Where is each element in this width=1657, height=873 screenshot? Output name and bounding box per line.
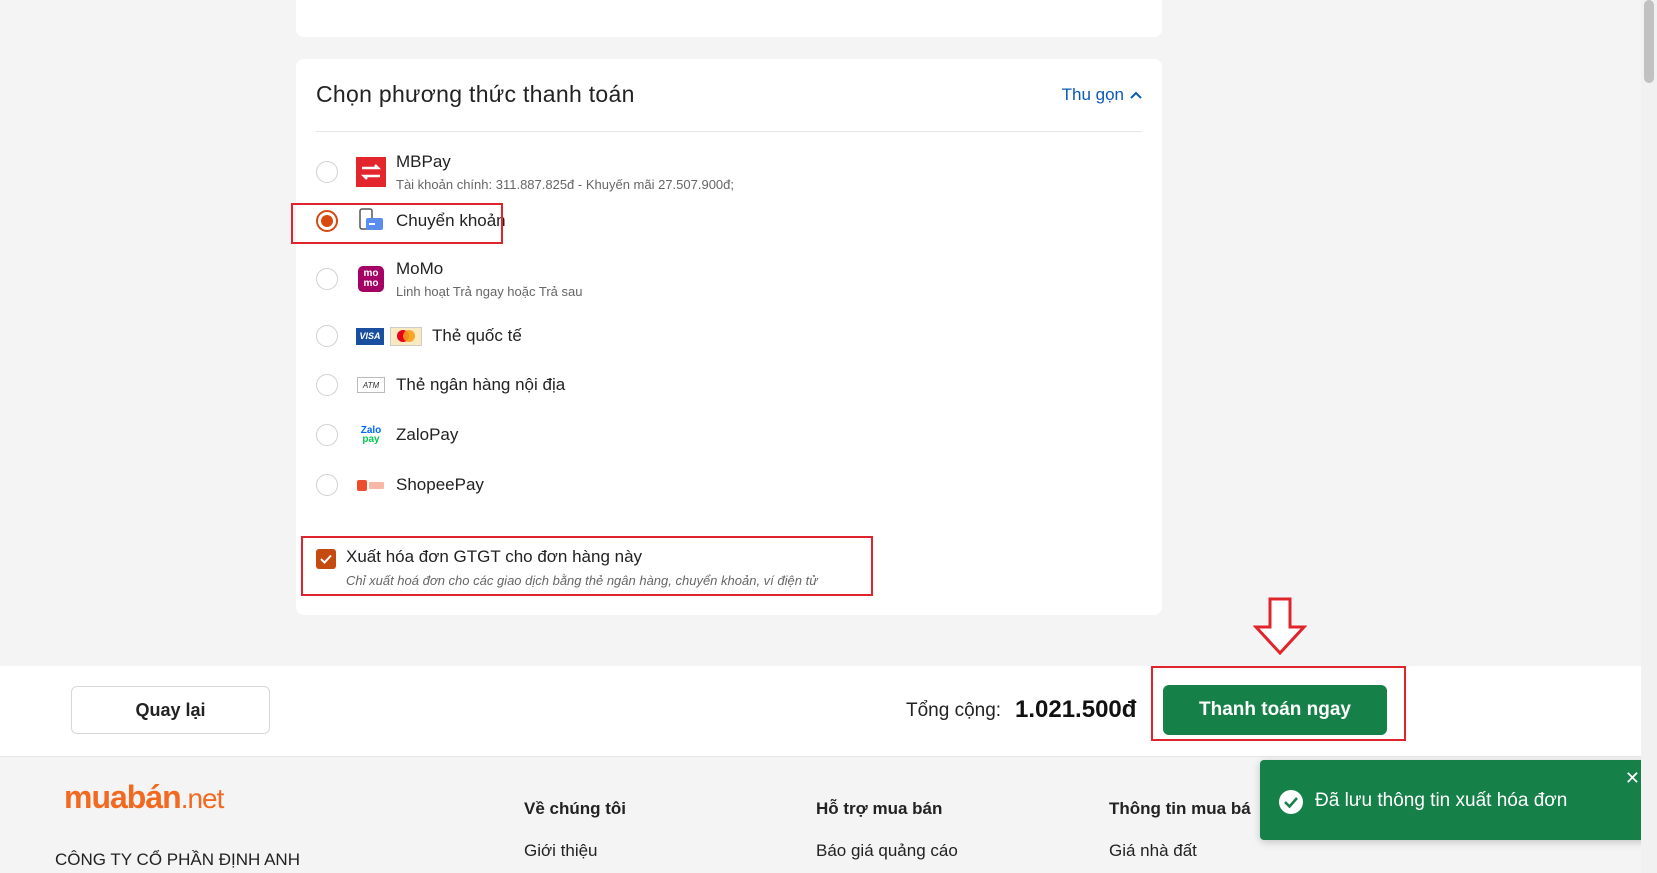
option-name: ShopeePay [396,475,484,494]
scrollbar[interactable] [1641,0,1657,873]
highlight-box-pay-now [1151,666,1406,741]
atm-icon: ATM [356,370,386,400]
total-label: Tổng cộng: [906,700,1002,721]
divider [316,131,1142,132]
scrollbar-thumb[interactable] [1644,0,1654,83]
check-circle-icon [1279,790,1303,814]
toast-message: Đã lưu thông tin xuất hóa đơn [1315,790,1568,811]
footer-column-support: Hỗ trợ mua bán Báo giá quảng cáo [816,799,958,861]
collapse-label: Thu gọn [1061,85,1124,104]
payment-option-shopeepay[interactable]: ShopeePay [316,465,484,505]
chevron-up-icon [1130,91,1142,99]
back-button[interactable]: Quay lại [71,686,270,734]
option-name: ZaloPay [396,425,459,444]
success-toast: Đã lưu thông tin xuất hóa đơn ✕ [1260,760,1650,840]
footer-column-info: Thông tin mua bá Giá nhà đất [1109,799,1251,861]
footer-column-about: Về chúng tôi Giới thiệu [524,799,626,861]
option-name: MBPay [396,152,451,171]
highlight-box-bank-transfer [291,203,503,244]
payment-method-title: Chọn phương thức thanh toán [316,81,635,107]
payment-method-card: Chọn phương thức thanh toán Thu gọn MBPa… [291,59,1162,615]
radio-button[interactable] [316,161,338,183]
collapse-toggle[interactable]: Thu gọn [1062,85,1142,105]
option-name: Thẻ quốc tế [432,326,522,345]
footer-link[interactable]: Báo giá quảng cáo [816,841,958,861]
footer-link[interactable]: Giới thiệu [524,841,626,861]
highlight-box-invoice [301,536,873,596]
footer-link[interactable]: Giá nhà đất [1109,841,1251,861]
option-name: MoMo [396,259,444,278]
payment-option-mbpay[interactable]: MBPay Tài khoản chính: 311.887.825đ - Kh… [316,152,734,192]
zalopay-icon: Zalo pay [360,425,382,445]
payment-option-domestic-card[interactable]: ATM Thẻ ngân hàng nội địa [316,365,565,405]
checkout-bar: Quay lại Tổng cộng: 1.021.500đ Thanh toá… [0,666,1657,757]
radio-button[interactable] [316,268,338,290]
radio-button[interactable] [316,474,338,496]
visa-mastercard-icon: VISA [356,321,422,351]
shopeepay-icon [356,470,386,500]
down-arrow-annotation-icon [1253,597,1307,655]
radio-button[interactable] [316,374,338,396]
radio-button[interactable] [316,424,338,446]
radio-button[interactable] [316,325,338,347]
payment-option-momo[interactable]: mo mo MoMo Linh hoạt Trả ngay hoặc Trả sa… [316,259,582,299]
total-value: 1.021.500đ [1015,696,1137,723]
footer-heading: Thông tin mua bá [1109,799,1251,818]
company-name: CÔNG TY CỔ PHẦN ĐỊNH ANH [55,850,300,869]
previous-card [296,0,1162,37]
payment-option-international-card[interactable]: VISA Thẻ quốc tế [316,316,522,356]
footer-heading: Về chúng tôi [524,799,626,818]
footer-heading: Hỗ trợ mua bán [816,799,943,818]
option-sub: Tài khoản chính: 311.887.825đ - Khuyến m… [396,177,735,192]
muaban-logo[interactable]: muabán.net [64,779,224,816]
option-name: Thẻ ngân hàng nội địa [396,375,566,394]
momo-icon: mo mo [356,264,386,294]
close-icon[interactable]: ✕ [1625,768,1640,789]
mbpay-icon [356,157,386,187]
payment-option-zalopay[interactable]: Zalo pay ZaloPay [316,415,458,455]
option-sub: Linh hoạt Trả ngay hoặc Trả sau [396,284,583,299]
